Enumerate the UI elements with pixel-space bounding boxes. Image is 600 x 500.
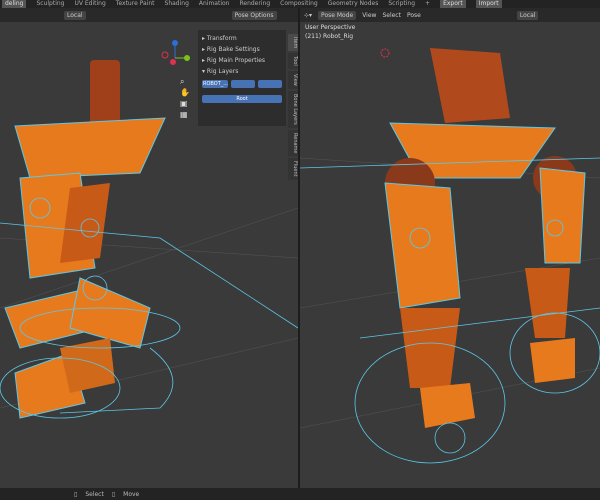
tab-view[interactable]: View [288, 71, 298, 89]
tab-import[interactable]: Import [475, 0, 502, 8]
transform-orientation-dropdown[interactable]: Local [64, 10, 86, 20]
tab-item[interactable]: Item [288, 34, 298, 52]
viewport-header: ⊹▾ Pose Mode View Select Pose Local [300, 8, 600, 22]
sidebar-panel: ▸ Transform ▸ Rig Bake Settings ▸ Rig Ma… [198, 30, 286, 126]
section-rig-layers[interactable]: ▾ Rig Layers [202, 66, 282, 77]
editor-type-icon[interactable]: ⊹▾ [304, 12, 312, 19]
mouse-left-icon: ▯ [74, 490, 78, 498]
tab[interactable]: UV Editing [74, 0, 105, 8]
add-tab-button[interactable]: + [425, 0, 430, 8]
tab-fluent[interactable]: Fluent [288, 158, 298, 181]
viewport-header: Local Pose Options [0, 8, 298, 22]
menu-pose[interactable]: Pose [407, 12, 421, 19]
tab[interactable]: Animation [199, 0, 230, 8]
pose-options-dropdown[interactable]: Pose Options [231, 10, 277, 20]
robot-scene-right [300, 48, 600, 464]
status-select: Select [85, 490, 104, 498]
layer-field[interactable]: ROBOT_... [202, 80, 229, 88]
menu-view[interactable]: View [362, 12, 376, 19]
section-rig-main-properties[interactable]: ▸ Rig Main Properties [202, 55, 282, 66]
mouse-middle-icon: ▯ [111, 490, 116, 498]
camera-icon[interactable]: ▣ [180, 98, 190, 109]
tab[interactable]: Sculpting [36, 0, 64, 8]
tab[interactable]: Scripting [388, 0, 415, 8]
viewport-info: User Perspective (211) Robot_Rig [305, 23, 355, 41]
workspace-tabs: deling Sculpting UV Editing Texture Pain… [0, 0, 600, 8]
transform-orientation-dropdown[interactable]: Local [516, 10, 539, 20]
right-viewport[interactable]: ⊹▾ Pose Mode View Select Pose Local User… [300, 8, 600, 488]
navigation-gizmo[interactable] [160, 38, 190, 68]
menu-select[interactable]: Select [382, 12, 401, 19]
mode-dropdown[interactable]: Pose Mode [318, 10, 357, 20]
perspective-grid-icon[interactable]: ▦ [180, 109, 190, 120]
layer-field[interactable] [231, 80, 256, 88]
tab[interactable]: Rendering [239, 0, 270, 8]
tab[interactable]: Texture Paint [116, 0, 155, 8]
sidebar-tabs: Item Tool View Bone Layers Rename Fluent [288, 34, 298, 181]
tab-export[interactable]: Export [440, 0, 466, 8]
section-transform[interactable]: ▸ Transform [202, 33, 282, 44]
object-label: (211) Robot_Rig [305, 33, 354, 40]
tab-tool[interactable]: Tool [288, 53, 298, 70]
section-rig-bake-settings[interactable]: ▸ Rig Bake Settings [202, 44, 282, 55]
left-viewport[interactable]: Local Pose Options ⌕ ✋ ▣ ▦ ▸ Transform ▸ Ri… [0, 8, 298, 488]
tab-bone-layers[interactable]: Bone Layers [288, 90, 298, 128]
layer-field[interactable] [258, 80, 283, 88]
pan-hand-icon[interactable]: ✋ [180, 87, 190, 98]
zoom-icon[interactable]: ⌕ [180, 76, 190, 87]
tab[interactable]: Geometry Nodes [328, 0, 379, 8]
tab-rename[interactable]: Rename [288, 129, 298, 157]
status-bar: ▯ Select ▯ Move [0, 488, 600, 500]
3d-cursor [380, 48, 390, 58]
perspective-label: User Perspective [305, 24, 356, 31]
tab[interactable]: Compositing [280, 0, 318, 8]
root-button[interactable]: Root [202, 95, 282, 103]
tab[interactable]: Shading [165, 0, 189, 8]
tab[interactable]: deling [2, 0, 27, 8]
status-move: Move [123, 490, 140, 498]
